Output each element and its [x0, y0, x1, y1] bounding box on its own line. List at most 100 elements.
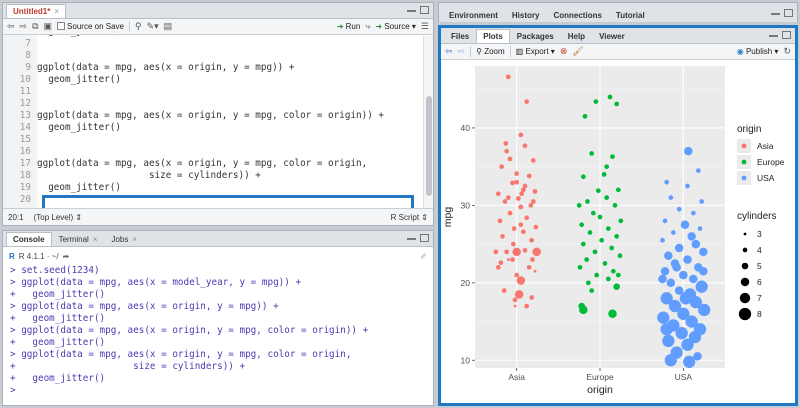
tab-terminal[interactable]: Terminal ×	[52, 232, 105, 246]
publish-icon: ◉	[736, 47, 744, 56]
data-point	[495, 264, 501, 270]
data-point	[501, 288, 507, 293]
minimize-icon[interactable]	[769, 31, 778, 37]
next-plot-icon[interactable]: ⇨	[458, 46, 466, 57]
rerun-icon[interactable]: ⤷	[365, 21, 370, 32]
tab-tutorial[interactable]: Tutorial	[609, 8, 652, 22]
tab-label: Connections	[553, 11, 602, 20]
code-line[interactable]: 16	[3, 146, 37, 158]
code-line[interactable]: 9 ggplot(data = mpg, aes(x = origin, y = …	[3, 62, 294, 74]
clear-all-plots-icon[interactable]: 🖌	[572, 46, 583, 57]
tab-connections[interactable]: Connections	[546, 8, 608, 22]
run-button[interactable]: ➜ Run	[337, 22, 361, 31]
maximize-icon[interactable]	[420, 234, 429, 242]
close-icon[interactable]: ×	[54, 7, 59, 16]
data-point	[504, 148, 510, 154]
tab-help[interactable]: Help	[561, 29, 592, 43]
tab-jobs[interactable]: Jobs ×	[104, 232, 144, 246]
previous-plot-icon[interactable]: ⇦	[445, 46, 453, 57]
zoom-button[interactable]: ⚲ Zoom	[476, 47, 505, 56]
scrollbar-thumb[interactable]	[426, 96, 432, 196]
minimize-icon[interactable]	[407, 234, 416, 240]
tab-console[interactable]: Console	[6, 232, 52, 246]
search-icon[interactable]: ⚲	[135, 21, 142, 32]
code-line[interactable]: 17 ggplot(data = mpg, aes(x = origin, y =…	[3, 158, 367, 170]
r-logo-icon: R	[9, 251, 15, 261]
console-line: + geom_jitter()	[10, 313, 106, 324]
publish-button[interactable]: ◉ Publish ▾	[737, 47, 779, 56]
code-line[interactable]: 10 geom_jitter()	[3, 74, 121, 86]
code-line[interactable]: 14 geom_jitter()	[3, 122, 121, 134]
data-point	[668, 195, 674, 200]
legend-label: 3	[757, 229, 762, 239]
run-icon: ➜	[336, 22, 344, 31]
y-axis-title: mpg	[442, 207, 454, 228]
outline-icon[interactable]: ☰	[421, 21, 429, 32]
code-text: size = cylinders)) +	[37, 170, 261, 181]
code-editor[interactable]: 6 geom_jitter()789ggplot(data = mpg, aes…	[3, 35, 433, 209]
goto-directory-icon[interactable]: ➦	[63, 252, 70, 261]
data-point	[595, 188, 601, 194]
source-on-save-checkbox[interactable]: Source on Save	[57, 22, 124, 31]
code-line[interactable]: 11	[3, 86, 37, 98]
export-button[interactable]: ▥ Export ▾	[516, 47, 555, 56]
data-point	[514, 171, 520, 176]
tab-history[interactable]: History	[505, 8, 547, 22]
code-line[interactable]: 18 size = cylinders)) +	[3, 170, 261, 182]
tab-files[interactable]: Files	[444, 29, 476, 43]
code-line[interactable]: 12	[3, 98, 37, 110]
source-icon: ➜	[375, 22, 383, 31]
compile-report-icon[interactable]: ▤	[164, 21, 173, 32]
code-line[interactable]: 8	[3, 50, 37, 62]
forward-arrow-icon[interactable]: ⇨	[20, 21, 28, 32]
tab-plots[interactable]: Plots	[476, 29, 510, 43]
y-tick-label: 20	[461, 278, 471, 288]
tab-viewer[interactable]: Viewer	[592, 29, 632, 43]
line-number: 7	[25, 38, 31, 49]
minimize-icon[interactable]	[407, 6, 416, 12]
show-in-window-icon[interactable]: ⧉	[32, 21, 38, 32]
code-line[interactable]: 19 geom_jitter()	[3, 182, 121, 194]
console-line: + geom_jitter()	[10, 373, 106, 384]
data-point	[662, 218, 668, 224]
clear-console-icon[interactable]: ✐	[420, 252, 433, 261]
data-point	[585, 280, 591, 286]
tab-environment[interactable]: Environment	[442, 8, 505, 22]
editor-scrollbar[interactable]	[423, 36, 433, 211]
x-tick-label: Asia	[508, 372, 525, 382]
close-icon[interactable]: ×	[132, 235, 137, 244]
legend-key	[742, 247, 748, 253]
code-line[interactable]: 15	[3, 134, 37, 146]
data-point	[695, 280, 708, 293]
data-point	[510, 180, 515, 186]
legend-key	[741, 143, 747, 149]
maximize-icon[interactable]	[420, 6, 429, 14]
minimize-icon[interactable]	[771, 9, 780, 15]
maximize-icon[interactable]	[784, 9, 793, 17]
data-point	[526, 173, 532, 179]
data-point	[526, 264, 532, 270]
close-icon[interactable]: ×	[93, 235, 98, 244]
zoom-label: Zoom	[484, 47, 505, 56]
line-number: 15	[19, 134, 31, 145]
scope-selector[interactable]: (Top Level) ⇕	[34, 213, 83, 222]
code-line[interactable]: 13 ggplot(data = mpg, aes(x = origin, y =…	[3, 110, 384, 122]
line-number: 20	[19, 194, 31, 205]
tab-untitled1[interactable]: Untitled1* ×	[6, 4, 67, 18]
tab-packages[interactable]: Packages	[510, 29, 561, 43]
remove-plot-icon[interactable]: ⊗	[560, 46, 568, 57]
line-number: 17	[19, 158, 31, 169]
back-arrow-icon[interactable]: ⇦	[7, 21, 15, 32]
console-output[interactable]: > set.seed(1234) > ggplot(data = mpg, aes…	[3, 265, 433, 405]
refresh-icon[interactable]: ↻	[783, 46, 791, 57]
save-icon[interactable]: ▣	[44, 21, 53, 32]
magic-wand-icon[interactable]: ✎▾	[147, 21, 159, 32]
editor-statusbar: 20:1 (Top Level) ⇕ R Script ⇕	[3, 208, 433, 225]
maximize-icon[interactable]	[782, 31, 791, 39]
source-button[interactable]: ➜ Source ▾	[375, 22, 416, 31]
code-line[interactable]: 7	[3, 38, 37, 50]
data-point	[533, 224, 539, 230]
legend-label: Europe	[757, 157, 785, 167]
file-type-selector[interactable]: R Script ⇕	[391, 213, 428, 222]
code-line[interactable]: 20	[3, 194, 37, 206]
